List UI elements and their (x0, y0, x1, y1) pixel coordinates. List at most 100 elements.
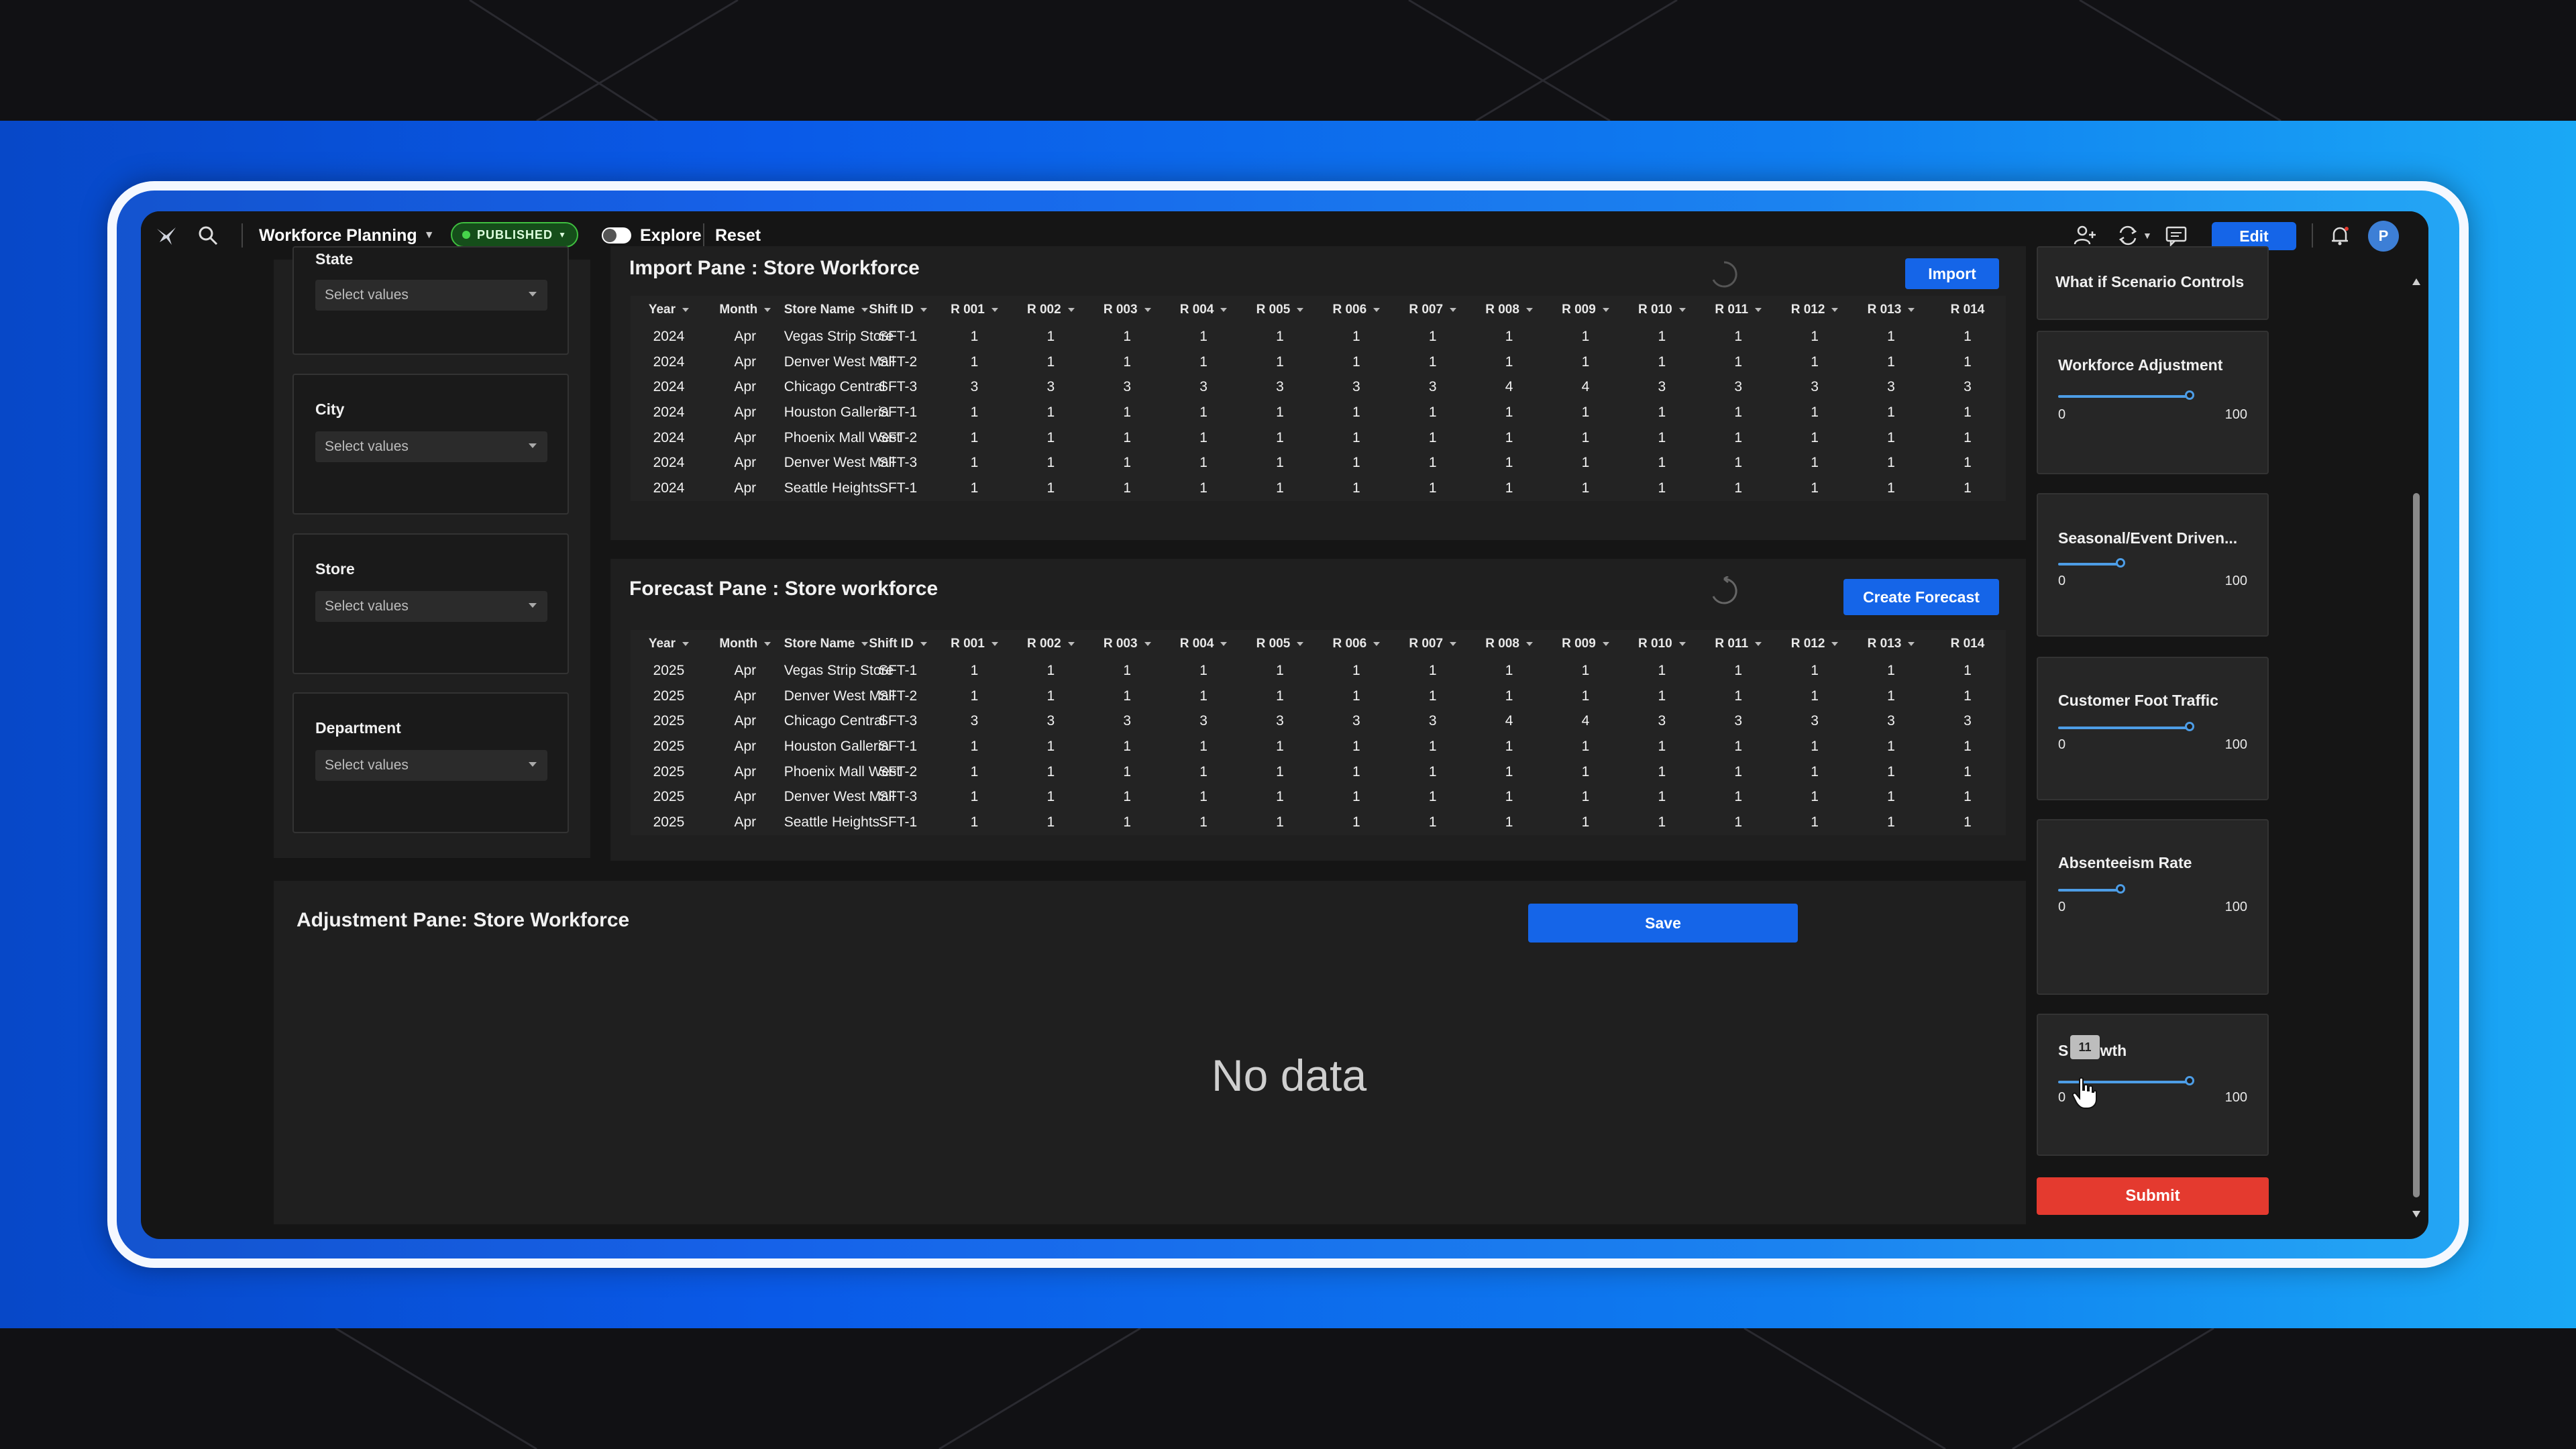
sort-caret-icon[interactable] (1450, 641, 1457, 646)
sort-caret-icon[interactable] (991, 307, 998, 312)
slider-thumb[interactable] (2116, 884, 2125, 894)
customer-foot-traffic-slider[interactable] (2058, 722, 2250, 731)
sort-caret-icon[interactable] (1373, 307, 1381, 312)
sort-caret-icon[interactable] (1067, 641, 1075, 646)
state-select[interactable]: Select values (315, 280, 547, 311)
column-header[interactable]: R 014 (1929, 296, 2006, 324)
column-header[interactable]: R 012 (1776, 630, 1853, 658)
column-header[interactable]: R 002 (1012, 630, 1089, 658)
column-header[interactable]: R 005 (1242, 296, 1318, 324)
store-select[interactable]: Select values (315, 591, 547, 622)
logo-icon[interactable] (154, 223, 178, 248)
absenteeism-rate-slider[interactable] (2058, 884, 2250, 894)
column-header[interactable]: R 008 (1471, 296, 1548, 324)
sort-caret-icon[interactable] (1831, 307, 1839, 312)
chevron-down-icon[interactable]: ▼ (2143, 230, 2152, 241)
sort-caret-icon[interactable] (861, 641, 869, 646)
column-header[interactable]: R 005 (1242, 630, 1318, 658)
column-header[interactable]: Year (631, 296, 707, 324)
sort-caret-icon[interactable] (1908, 307, 1915, 312)
column-header[interactable]: R 007 (1395, 296, 1471, 324)
sort-caret-icon[interactable] (1067, 307, 1075, 312)
sort-caret-icon[interactable] (1602, 307, 1609, 312)
sort-caret-icon[interactable] (1678, 641, 1686, 646)
column-header[interactable]: R 009 (1548, 630, 1624, 658)
column-header[interactable]: R 006 (1318, 630, 1395, 658)
column-header[interactable]: R 004 (1165, 296, 1242, 324)
submit-button[interactable]: Submit (2037, 1177, 2269, 1215)
sort-caret-icon[interactable] (1297, 641, 1304, 646)
slider-thumb[interactable] (2185, 722, 2194, 731)
column-header[interactable]: R 001 (936, 296, 1013, 324)
sort-caret-icon[interactable] (1144, 641, 1151, 646)
column-header[interactable]: Month (707, 296, 784, 324)
column-header[interactable]: R 004 (1165, 630, 1242, 658)
sort-caret-icon[interactable] (1908, 641, 1915, 646)
save-button[interactable]: Save (1528, 904, 1798, 943)
sort-caret-icon[interactable] (861, 307, 869, 312)
column-header[interactable]: R 009 (1548, 296, 1624, 324)
sort-caret-icon[interactable] (1831, 641, 1839, 646)
department-select[interactable]: Select values (315, 750, 547, 781)
column-header[interactable]: R 013 (1853, 630, 1929, 658)
sort-caret-icon[interactable] (1450, 307, 1457, 312)
workforce-adjustment-slider[interactable] (2058, 390, 2250, 400)
sort-caret-icon[interactable] (1220, 307, 1228, 312)
search-icon[interactable] (196, 223, 220, 248)
sort-caret-icon[interactable] (1678, 307, 1686, 312)
sort-caret-icon[interactable] (1220, 641, 1228, 646)
slider-thumb[interactable] (2116, 558, 2125, 568)
slider-thumb[interactable] (2185, 390, 2194, 400)
sort-caret-icon[interactable] (1297, 307, 1304, 312)
sort-caret-icon[interactable] (682, 641, 690, 646)
sort-caret-icon[interactable] (682, 307, 690, 312)
import-button[interactable]: Import (1905, 258, 1999, 289)
city-select[interactable]: Select values (315, 431, 547, 462)
seasonal-event-slider[interactable] (2058, 558, 2250, 568)
column-header[interactable]: R 011 (1700, 630, 1776, 658)
sort-caret-icon[interactable] (1144, 307, 1151, 312)
bell-icon[interactable] (2328, 223, 2352, 248)
column-header[interactable]: Shift ID (860, 630, 936, 658)
column-header[interactable]: R 011 (1700, 296, 1776, 324)
column-header[interactable]: R 012 (1776, 296, 1853, 324)
sort-caret-icon[interactable] (1755, 307, 1762, 312)
sort-caret-icon[interactable] (920, 641, 927, 646)
column-header[interactable]: R 014 (1929, 630, 2006, 658)
column-header[interactable]: R 006 (1318, 296, 1395, 324)
explore-toggle[interactable] (602, 227, 631, 244)
sort-caret-icon[interactable] (764, 307, 771, 312)
scrollbar[interactable] (2410, 272, 2423, 1224)
status-badge[interactable]: PUBLISHED ▼ (451, 222, 578, 248)
column-header[interactable]: R 002 (1012, 296, 1089, 324)
column-header[interactable]: R 010 (1623, 630, 1700, 658)
create-forecast-button[interactable]: Create Forecast (1843, 579, 1999, 615)
column-header[interactable]: R 013 (1853, 296, 1929, 324)
sort-caret-icon[interactable] (1525, 641, 1533, 646)
column-header[interactable]: R 007 (1395, 630, 1471, 658)
user-add-icon[interactable] (2073, 223, 2097, 248)
refresh-icon[interactable] (2116, 223, 2140, 248)
column-header[interactable]: Year (631, 630, 707, 658)
refresh-icon[interactable] (1709, 576, 1739, 606)
sort-caret-icon[interactable] (764, 641, 771, 646)
sort-caret-icon[interactable] (1525, 307, 1533, 312)
comment-icon[interactable] (2164, 223, 2188, 248)
sort-caret-icon[interactable] (920, 307, 927, 312)
column-header[interactable]: R 003 (1089, 296, 1165, 324)
slider-thumb[interactable] (2185, 1076, 2194, 1085)
sort-caret-icon[interactable] (1602, 641, 1609, 646)
column-header[interactable]: R 008 (1471, 630, 1548, 658)
column-header[interactable]: Store Name (784, 630, 869, 658)
column-header[interactable]: R 001 (936, 630, 1013, 658)
table-cell: 2024 (653, 480, 685, 496)
sort-caret-icon[interactable] (1373, 641, 1381, 646)
column-header[interactable]: R 003 (1089, 630, 1165, 658)
avatar[interactable]: P (2368, 221, 2399, 252)
column-header[interactable]: Store Name (784, 296, 869, 324)
column-header[interactable]: R 010 (1623, 296, 1700, 324)
sort-caret-icon[interactable] (991, 641, 998, 646)
column-header[interactable]: Month (707, 630, 784, 658)
column-header[interactable]: Shift ID (860, 296, 936, 324)
sort-caret-icon[interactable] (1755, 641, 1762, 646)
